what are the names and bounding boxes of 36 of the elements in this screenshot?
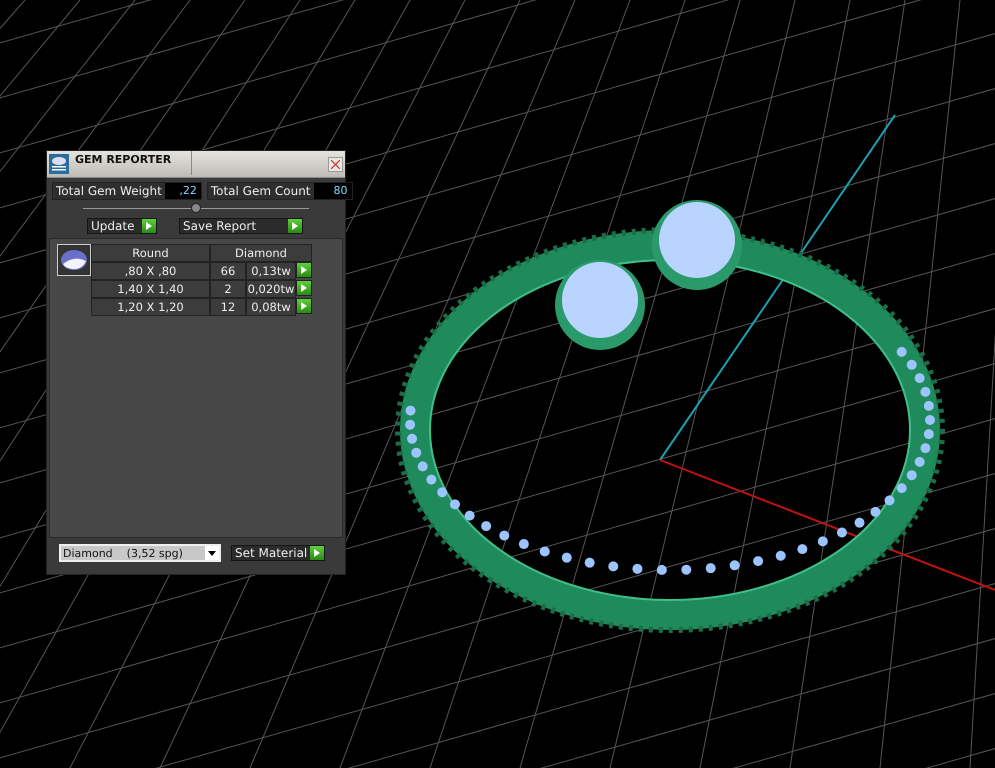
- table-cell: 2: [210, 280, 246, 298]
- play-icon: [301, 266, 307, 274]
- play-icon: [301, 302, 307, 310]
- column-header: Diamond: [210, 244, 312, 262]
- table-cell: 1,20 X 1,20: [91, 298, 210, 316]
- table-cell: ,80 X ,80: [91, 262, 210, 280]
- row-button[interactable]: [296, 298, 312, 314]
- set-material-button[interactable]: Set Material: [231, 545, 325, 561]
- gem-icon: [60, 249, 88, 271]
- play-icon: [301, 284, 307, 292]
- slider-thumb[interactable]: [191, 203, 201, 213]
- action-button[interactable]: Update: [87, 218, 157, 234]
- total-label: Total Gem Weight: [55, 183, 163, 199]
- row-button[interactable]: [296, 262, 312, 278]
- table-cell: 0,020tw: [246, 280, 296, 298]
- play-icon: [146, 222, 152, 230]
- app-icon: [49, 154, 69, 174]
- total-value: ,22: [164, 183, 201, 199]
- total-value: 80: [314, 183, 352, 199]
- total-label: Total Gem Count: [210, 183, 312, 199]
- close-icon: [331, 160, 340, 168]
- close-button[interactable]: [328, 156, 343, 172]
- table-cell: 1,40 X 1,40: [91, 280, 210, 298]
- material-dropdown[interactable]: Diamond (3,52 spg): [59, 544, 221, 562]
- table-cell: 66: [210, 262, 246, 280]
- table-cell: 12: [210, 298, 246, 316]
- row-button[interactable]: [296, 280, 312, 296]
- table-cell: 0,08tw: [246, 298, 296, 316]
- play-icon: [292, 222, 298, 230]
- action-button[interactable]: Save Report: [179, 218, 303, 234]
- panel-slider[interactable]: [83, 203, 309, 213]
- window-title: GEM REPORTER: [75, 151, 192, 175]
- caret-icon: [208, 550, 216, 556]
- table-cell: 0,13tw: [246, 262, 296, 280]
- column-header: Round: [91, 244, 210, 262]
- play-icon: [314, 549, 320, 557]
